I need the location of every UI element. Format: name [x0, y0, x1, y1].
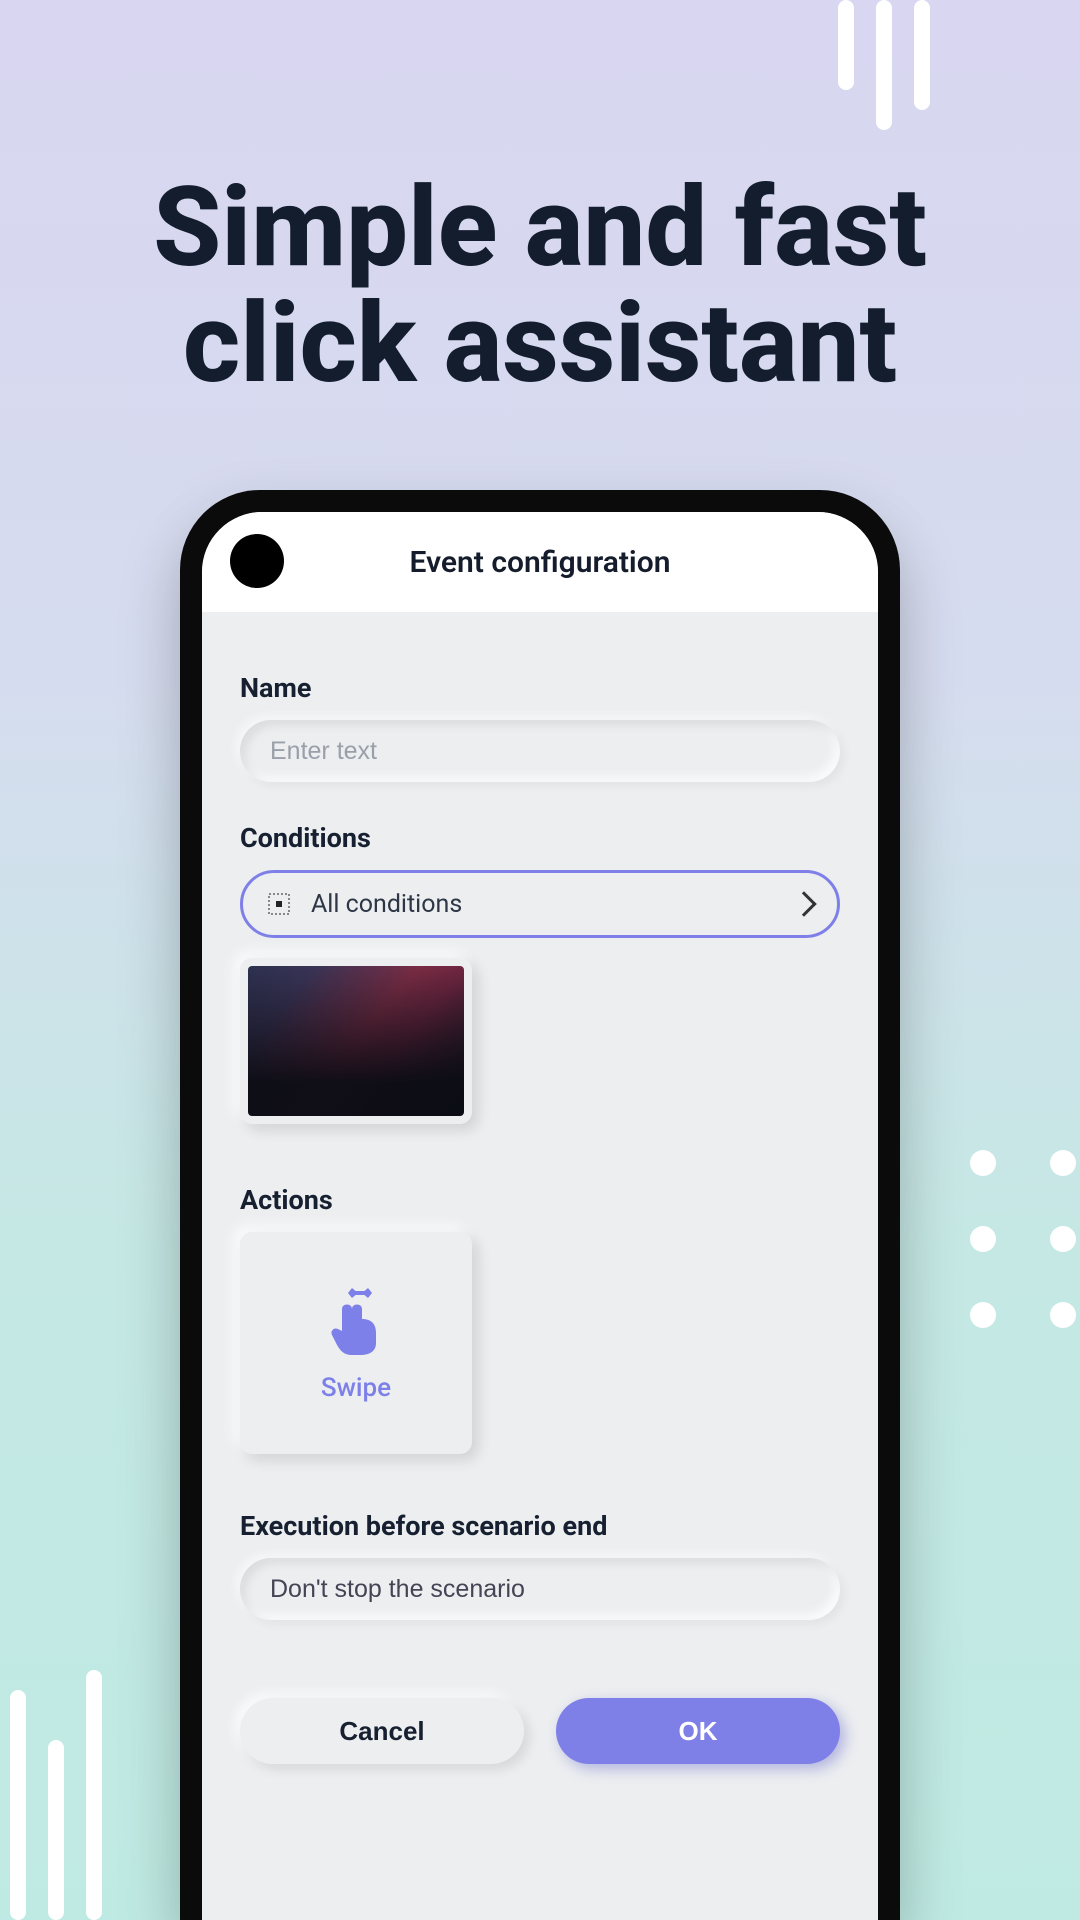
execution-label: Execution before scenario end — [240, 1510, 840, 1542]
execution-select[interactable] — [240, 1558, 840, 1620]
decorative-bars-bottom — [10, 1670, 102, 1920]
page-title: Event configuration — [410, 545, 671, 580]
chevron-right-icon — [791, 891, 816, 916]
app-header: Event configuration — [202, 512, 878, 612]
swipe-icon — [328, 1283, 384, 1359]
condition-thumbnail-image — [248, 966, 464, 1116]
ok-button[interactable]: OK — [556, 1698, 840, 1764]
action-swipe-label: Swipe — [321, 1373, 391, 1403]
conditions-value: All conditions — [311, 890, 775, 919]
promo-headline: Simple and fast click assistant — [0, 170, 1080, 401]
action-swipe-card[interactable]: Swipe — [240, 1232, 472, 1454]
conditions-label: Conditions — [240, 822, 840, 854]
phone-mockup: Event configuration Name Conditions All … — [180, 490, 900, 1920]
actions-label: Actions — [240, 1184, 840, 1216]
name-label: Name — [240, 672, 840, 704]
conditions-select[interactable]: All conditions — [240, 870, 840, 938]
cancel-button[interactable]: Cancel — [240, 1698, 524, 1764]
condition-thumbnail-card[interactable] — [240, 958, 472, 1124]
app-screen: Event configuration Name Conditions All … — [202, 512, 878, 1920]
decorative-bars-top — [838, 0, 930, 130]
decorative-dots-right — [970, 1150, 1080, 1328]
conditions-icon — [267, 892, 291, 916]
camera-punchhole — [230, 534, 284, 588]
name-input[interactable] — [240, 720, 840, 782]
